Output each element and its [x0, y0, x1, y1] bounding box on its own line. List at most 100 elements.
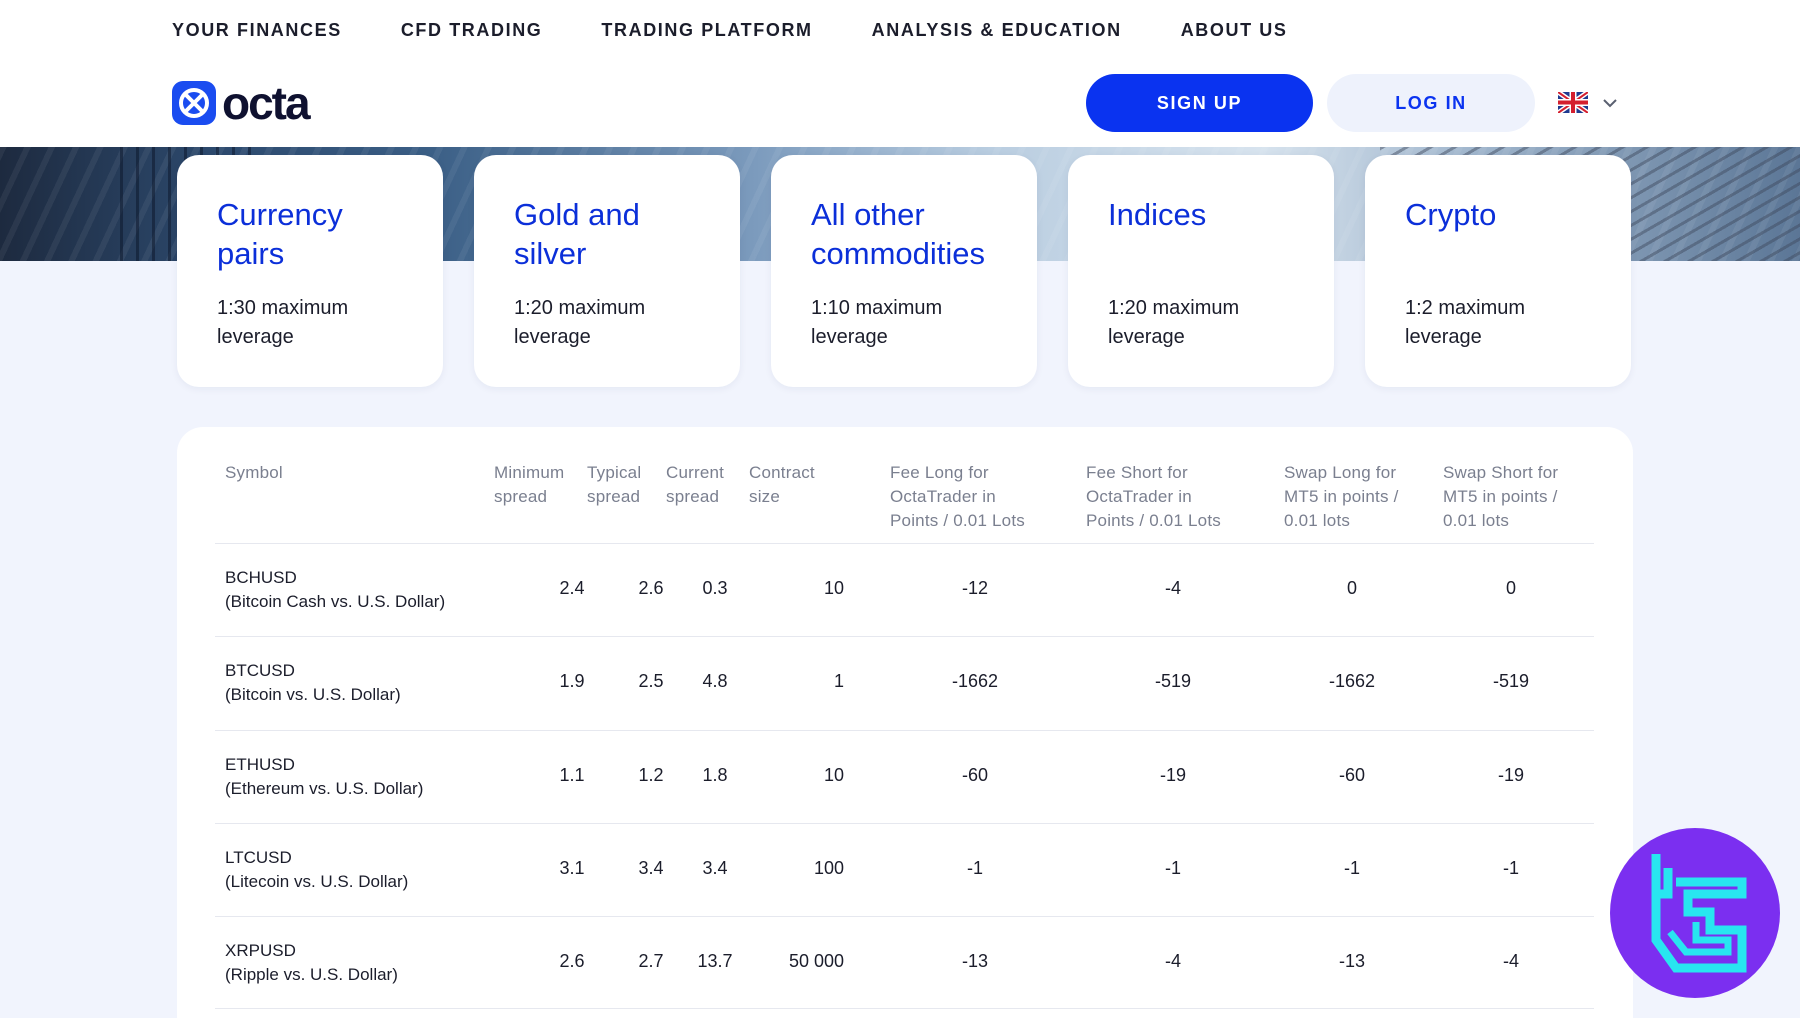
swap-long: -60: [1338, 765, 1365, 785]
swap-short: 0: [1505, 578, 1516, 598]
contract-size: 10: [823, 765, 844, 785]
symbol-name: (Ethereum vs. U.S. Dollar): [225, 779, 424, 798]
fee-short: -1: [1164, 858, 1181, 878]
nav-analysis-education[interactable]: ANALYSIS & EDUCATION: [872, 20, 1122, 41]
language-selector[interactable]: [1558, 92, 1618, 113]
minimum-spread: 2.4: [559, 578, 585, 598]
fee-short: -4: [1164, 578, 1181, 598]
symbol-code: BCHUSD: [225, 568, 297, 587]
site-header: YOUR FINANCES CFD TRADING TRADING PLATFO…: [0, 0, 1800, 147]
octa-logo-mark-icon: [172, 81, 216, 125]
nav-trading-platform[interactable]: TRADING PLATFORM: [601, 20, 812, 41]
current-spread: 0.3: [702, 578, 728, 598]
typical-spread: 1.2: [638, 765, 664, 785]
card-description: 1:30 maximum leverage: [217, 297, 349, 348]
leverage-card-currency-pairs: Currency pairs 1:30 maximum leverage: [177, 155, 443, 387]
swap-long: -13: [1338, 951, 1365, 971]
typical-spread: 3.4: [638, 858, 664, 878]
header-fee-long: Fee Long for OctaTrader in Points / 0.01…: [890, 463, 1025, 530]
crypto-spreads-table: Symbol Minimum spread Typical spread Cur…: [177, 427, 1633, 1018]
fee-short: -19: [1159, 765, 1186, 785]
contract-size: 100: [813, 858, 844, 878]
header-current-spread: Current spread: [666, 463, 725, 506]
swap-short: -19: [1497, 765, 1524, 785]
swap-long: -1: [1343, 858, 1360, 878]
current-spread: 4.8: [702, 671, 728, 691]
table-row: BTCUSD (Bitcoin vs. U.S. Dollar) 1.9 2.5…: [215, 636, 1594, 729]
uk-flag-icon: [1558, 92, 1588, 113]
card-title: Indices: [1108, 197, 1207, 232]
symbol-name: (Bitcoin Cash vs. U.S. Dollar): [225, 592, 446, 611]
fee-long: -60: [961, 765, 988, 785]
fee-short: -519: [1154, 671, 1192, 691]
header-fee-short: Fee Short for OctaTrader in Points / 0.0…: [1086, 463, 1221, 530]
minimum-spread: 2.6: [559, 951, 585, 971]
current-spread: 13.7: [697, 951, 733, 971]
leverage-card-commodities: All other commodities 1:10 maximum lever…: [771, 155, 1037, 387]
current-spread: 1.8: [702, 765, 728, 785]
card-description: 1:2 maximum leverage: [1405, 297, 1526, 348]
fee-short: -4: [1164, 951, 1181, 971]
sign-up-button[interactable]: SIGN UP: [1086, 74, 1313, 132]
card-title: Gold and silver: [514, 197, 640, 271]
header-symbol: Symbol: [225, 463, 283, 482]
card-description: 1:20 maximum leverage: [1108, 297, 1240, 348]
fee-long: -13: [961, 951, 988, 971]
header-swap-long: Swap Long for MT5 in points / 0.01 lots: [1284, 463, 1399, 530]
octa-logo[interactable]: octa: [172, 77, 311, 129]
fee-long: -1662: [951, 671, 999, 691]
symbol-name: (Bitcoin vs. U.S. Dollar): [225, 685, 401, 704]
typical-spread: 2.7: [638, 951, 664, 971]
symbol-cell: ETHUSD (Ethereum vs. U.S. Dollar): [225, 753, 423, 801]
table-row: BCHUSD (Bitcoin Cash vs. U.S. Dollar) 2.…: [215, 543, 1594, 636]
symbol-code: XRPUSD: [225, 941, 296, 960]
swap-short: -1: [1502, 858, 1519, 878]
swap-long: -1662: [1328, 671, 1376, 691]
fee-long: -12: [961, 578, 988, 598]
symbol-cell: BTCUSD (Bitcoin vs. U.S. Dollar): [225, 659, 401, 707]
nav-about-us[interactable]: ABOUT US: [1181, 20, 1288, 41]
symbol-cell: XRPUSD (Ripple vs. U.S. Dollar): [225, 939, 398, 987]
contract-size: 1: [833, 671, 844, 691]
leverage-card-gold-silver: Gold and silver 1:20 maximum leverage: [474, 155, 740, 387]
symbol-code: BTCUSD: [225, 661, 295, 680]
chevron-down-icon: [1603, 98, 1617, 107]
header-contract-size: Contract size: [749, 463, 815, 506]
current-spread: 3.4: [702, 858, 728, 878]
symbol-name: (Litecoin vs. U.S. Dollar): [225, 872, 409, 891]
card-title: All other commodities: [811, 197, 985, 271]
header-minimum-spread: Minimum spread: [494, 463, 565, 506]
contract-size: 10: [823, 578, 844, 598]
minimum-spread: 3.1: [559, 858, 585, 878]
card-title: Crypto: [1405, 197, 1497, 232]
logo-wordmark: octa: [222, 77, 311, 129]
table-row: LTCUSD (Litecoin vs. U.S. Dollar) 3.1 3.…: [215, 823, 1594, 916]
symbol-cell: BCHUSD (Bitcoin Cash vs. U.S. Dollar): [225, 566, 445, 614]
card-description: 1:20 maximum leverage: [514, 297, 646, 348]
swap-long: 0: [1346, 578, 1357, 598]
tradingfinder-logo-icon: [1610, 828, 1780, 998]
top-navigation: YOUR FINANCES CFD TRADING TRADING PLATFO…: [172, 20, 1347, 41]
header-swap-short: Swap Short for MT5 in points / 0.01 lots: [1443, 463, 1559, 530]
swap-short: -4: [1502, 951, 1519, 971]
log-in-button[interactable]: LOG IN: [1327, 74, 1535, 132]
table-row: XRPUSD (Ripple vs. U.S. Dollar) 2.6 2.7 …: [215, 916, 1594, 1009]
swap-short: -519: [1492, 671, 1530, 691]
typical-spread: 2.5: [638, 671, 664, 691]
fee-long: -1: [966, 858, 983, 878]
symbol-cell: LTCUSD (Litecoin vs. U.S. Dollar): [225, 846, 408, 894]
symbol-name: (Ripple vs. U.S. Dollar): [225, 965, 398, 984]
contract-size: 50 000: [788, 951, 844, 971]
card-description: 1:10 maximum leverage: [811, 297, 943, 348]
symbol-code: LTCUSD: [225, 848, 292, 867]
symbol-code: ETHUSD: [225, 755, 295, 774]
card-title: Currency pairs: [217, 197, 343, 271]
leverage-card-indices: Indices 1:20 maximum leverage: [1068, 155, 1334, 387]
nav-your-finances[interactable]: YOUR FINANCES: [172, 20, 342, 41]
header-typical-spread: Typical spread: [587, 463, 642, 506]
typical-spread: 2.6: [638, 578, 664, 598]
leverage-card-crypto: Crypto 1:2 maximum leverage: [1365, 155, 1631, 387]
nav-cfd-trading[interactable]: CFD TRADING: [401, 20, 543, 41]
table-row: ETHUSD (Ethereum vs. U.S. Dollar) 1.1 1.…: [215, 730, 1594, 823]
minimum-spread: 1.9: [559, 671, 585, 691]
